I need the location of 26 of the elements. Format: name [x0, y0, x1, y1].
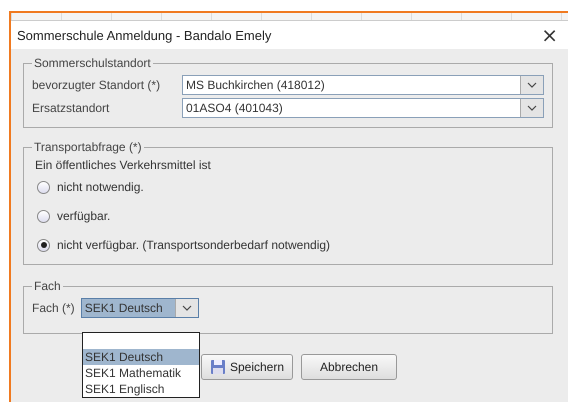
location-dropdown[interactable]: MS Buchkirchen (418012) [182, 75, 544, 95]
radio-button[interactable] [37, 238, 50, 252]
field-label: Fach (*) [32, 301, 75, 315]
group-legend: Transportabfrage (*) [32, 140, 144, 154]
field-label: bevorzugter Standort (*) [32, 78, 162, 92]
radio-option[interactable]: nicht notwendig. [37, 180, 544, 194]
close-button[interactable]: × [537, 25, 562, 45]
field-label: Ersatzstandort [32, 101, 110, 115]
radio-button[interactable] [37, 210, 50, 222]
subject-dropdown[interactable]: SEK1 Deutsch [80, 298, 199, 318]
radio-option[interactable]: nicht verfügbar. (Transportsonderbedarf notwendig) [37, 238, 544, 252]
save-button[interactable]: Speichern [201, 354, 293, 380]
group-legend: Fach [32, 279, 63, 293]
dropdown-option[interactable]: SEK1 Mathematik [83, 365, 199, 381]
radio-button[interactable] [37, 180, 50, 194]
cancel-button[interactable]: Abbrechen [301, 354, 397, 380]
location-dropdown[interactable]: 01ASO4 (401043) [182, 98, 544, 118]
window-title: Sommerschule Anmeldung - Bandalo Emely [17, 28, 272, 42]
chevron-down-icon [182, 305, 192, 311]
dropdown-option[interactable]: SEK1 Englisch [83, 381, 199, 397]
group-legend: Sommerschulstandort [32, 56, 153, 70]
intro-text: Ein öffentliches Verkehrsmittel ist [35, 158, 212, 172]
dropdown-option[interactable]: SEK1 Deutsch [83, 349, 199, 365]
radio-option[interactable]: verfügbar. [37, 209, 544, 223]
chevron-down-icon [527, 105, 537, 111]
chevron-down-icon [527, 82, 537, 88]
